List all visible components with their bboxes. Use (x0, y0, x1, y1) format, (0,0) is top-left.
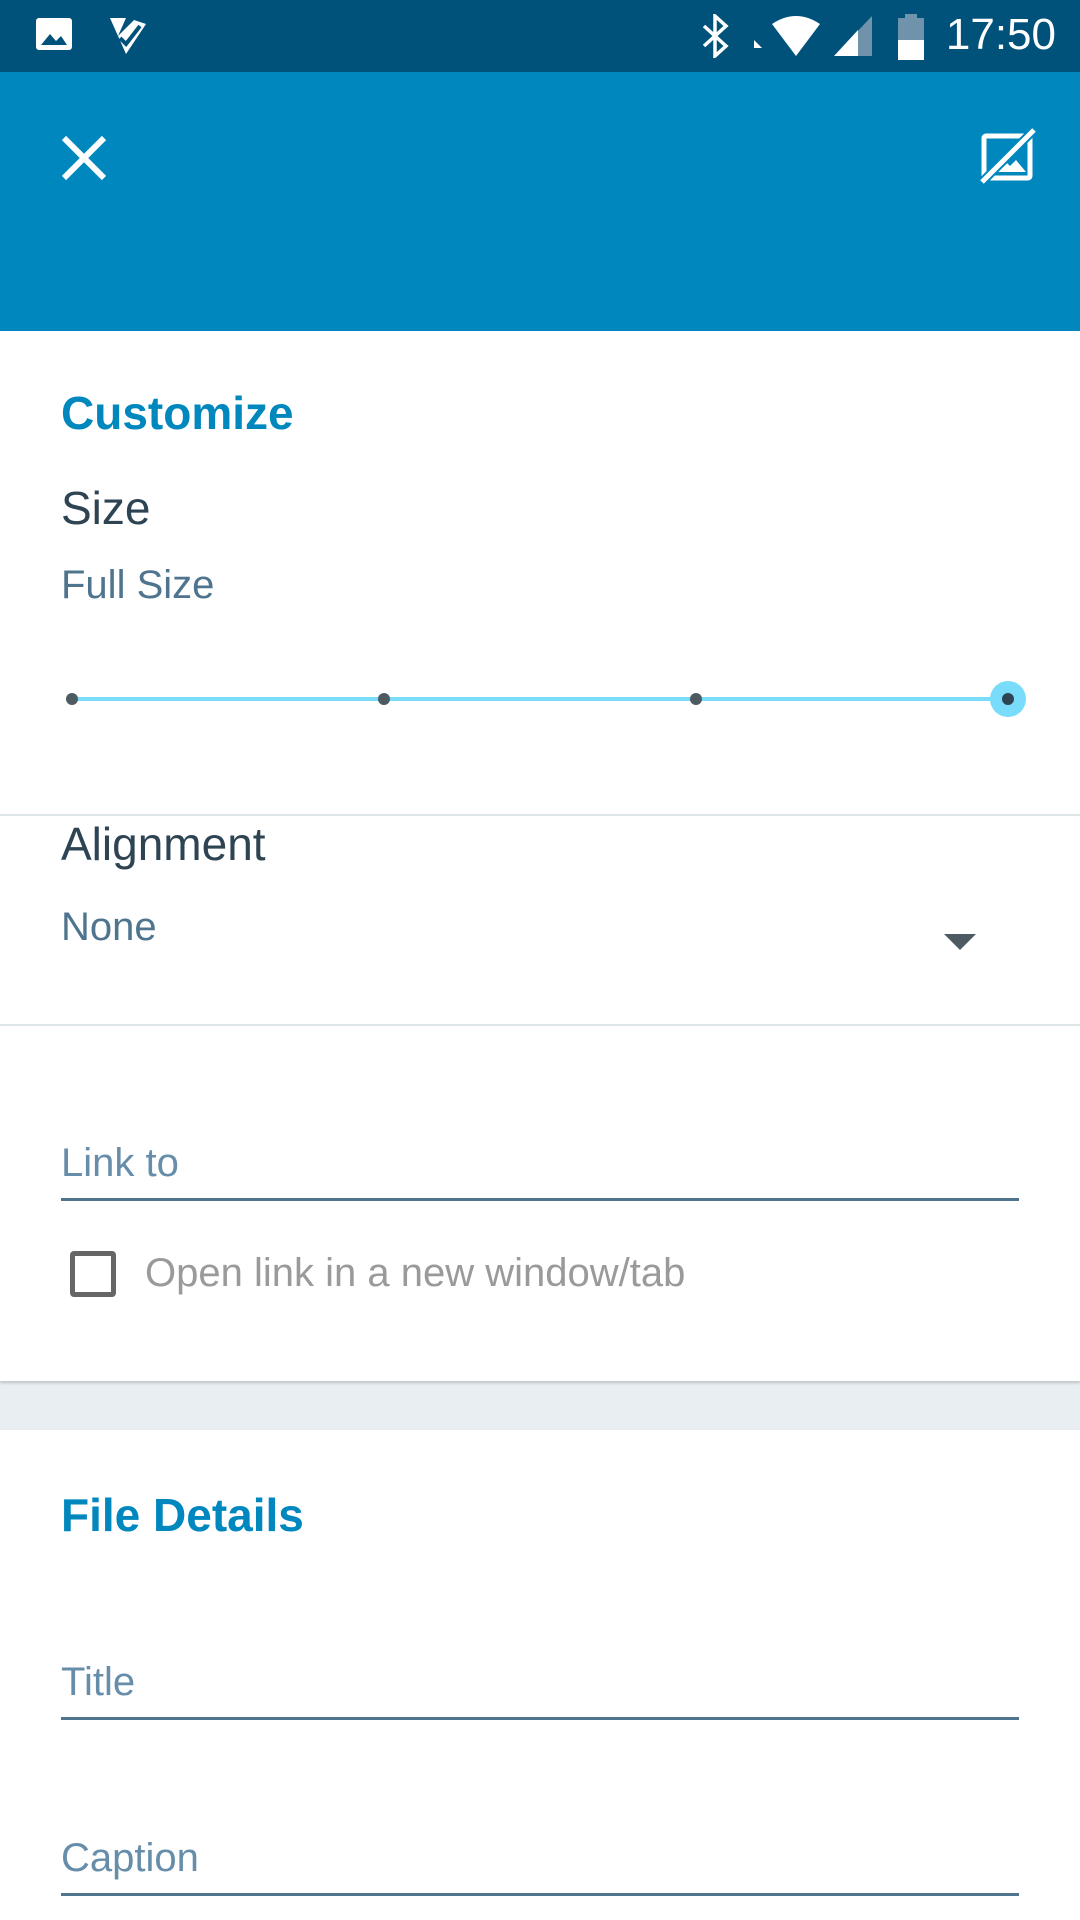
file-details-card: File Details Title Caption (0, 1430, 1080, 1920)
input-underline (61, 1893, 1019, 1896)
size-slider[interactable] (66, 681, 1026, 717)
divider (0, 814, 1080, 816)
title-input[interactable]: Title (61, 1660, 1019, 1720)
caption-input[interactable]: Caption (61, 1836, 1019, 1896)
customize-card: Customize Size Full Size Alignment None … (0, 331, 1080, 1381)
title-placeholder: Title (61, 1660, 136, 1704)
size-label: Size (61, 482, 151, 534)
wifi-icon (748, 14, 828, 63)
image-off-icon[interactable] (976, 126, 1038, 188)
input-underline (61, 1198, 1019, 1201)
alignment-value[interactable]: None (61, 905, 157, 950)
status-time: 17:50 (945, 10, 1056, 59)
status-bar: 17:50 (0, 0, 1080, 72)
app-bar (0, 72, 1080, 331)
size-value: Full Size (61, 563, 215, 607)
dropdown-arrow-icon[interactable] (944, 934, 976, 950)
open-new-window-label[interactable]: Open link in a new window/tab (145, 1251, 685, 1296)
cell-signal-icon (832, 14, 874, 63)
open-new-window-checkbox[interactable] (70, 1251, 116, 1297)
slider-thumb[interactable] (990, 681, 1026, 717)
slider-step-dot (377, 693, 390, 705)
link-to-placeholder: Link to (61, 1141, 179, 1185)
file-details-section-title: File Details (61, 1489, 304, 1541)
close-icon[interactable] (56, 130, 112, 186)
slider-track (72, 697, 1008, 701)
divider (0, 1024, 1080, 1026)
alignment-label: Alignment (61, 818, 266, 870)
slider-step-dot (690, 693, 702, 705)
slider-step-dot (66, 693, 78, 705)
link-to-input[interactable]: Link to (61, 1141, 1019, 1201)
caption-placeholder: Caption (61, 1836, 199, 1880)
input-underline (61, 1717, 1019, 1720)
task-notification-icon (106, 14, 150, 63)
gallery-notification-icon (34, 14, 74, 59)
customize-section-title: Customize (61, 387, 294, 439)
bluetooth-icon (700, 12, 730, 63)
battery-icon (896, 14, 926, 65)
